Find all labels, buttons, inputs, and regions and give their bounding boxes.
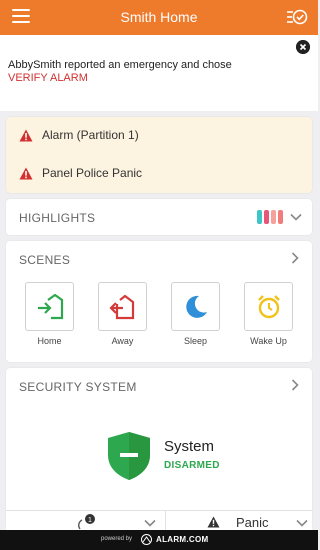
scene-label: Sleep xyxy=(183,336,208,346)
alarm-logo-icon xyxy=(141,534,152,545)
scene-away-button[interactable] xyxy=(98,282,147,331)
system-name: System xyxy=(164,438,215,455)
badge-count: 1 xyxy=(88,517,92,524)
chevron-right-icon[interactable] xyxy=(289,252,301,264)
scene-wake-up[interactable]: Wake Up xyxy=(244,282,293,346)
warning-icon xyxy=(19,167,33,179)
scene-home[interactable]: Home xyxy=(25,282,74,346)
brand-logo-text: ALARM.COM xyxy=(156,535,209,544)
security-label: SECURITY SYSTEM xyxy=(19,380,137,394)
home-enter-icon xyxy=(37,293,63,319)
panic-button[interactable]: Panic xyxy=(236,515,269,530)
alarm-warnings-card: Alarm (Partition 1) Panel Police Panic xyxy=(6,117,312,193)
chevron-down-icon[interactable] xyxy=(144,517,156,529)
scene-wake-up-button[interactable] xyxy=(244,282,293,331)
warning-label: Panel Police Panic xyxy=(42,166,143,180)
warning-icon xyxy=(19,129,33,141)
highlights-bars-icon xyxy=(257,210,283,224)
action-bar: 1 Panic xyxy=(6,510,312,533)
highlight-bar xyxy=(278,210,283,224)
warning-label: Alarm (Partition 1) xyxy=(42,128,139,142)
chevron-down-icon[interactable] xyxy=(290,211,302,223)
scene-sleep[interactable]: Sleep xyxy=(171,282,220,346)
powered-by-text: powered by xyxy=(101,536,133,542)
page-title: Smith Home xyxy=(120,9,198,25)
security-system-card: SECURITY SYSTEM System DISARMED xyxy=(6,368,312,530)
alarm-clock-icon xyxy=(257,294,280,318)
alert-message: AbbySmith reported an emergency and chos… xyxy=(8,59,232,85)
highlights-card[interactable]: HIGHLIGHTS xyxy=(6,199,312,235)
scene-label: Away xyxy=(111,336,134,346)
scene-label: Home xyxy=(37,336,62,346)
scene-away[interactable]: Away xyxy=(98,282,147,346)
highlight-bar xyxy=(271,210,276,224)
system-status: DISARMED xyxy=(164,460,220,471)
scene-home-button[interactable] xyxy=(25,282,74,331)
highlight-bar xyxy=(264,210,269,224)
alert-text: AbbySmith reported an emergency and chos… xyxy=(8,59,232,71)
moon-icon xyxy=(185,295,207,318)
home-exit-icon xyxy=(108,294,134,319)
chevron-down-icon[interactable] xyxy=(296,517,308,529)
tasks-check-icon[interactable] xyxy=(286,8,308,26)
scenes-card: SCENES Home Away Sleep Wake Up xyxy=(6,241,312,362)
scenes-label: SCENES xyxy=(19,253,71,267)
warning-item[interactable]: Panel Police Panic xyxy=(6,155,312,191)
verify-alarm-link[interactable]: VERIFY ALARM xyxy=(8,72,232,85)
footer: powered by ALARM.COM xyxy=(0,530,318,550)
highlight-bar xyxy=(257,210,262,224)
scene-label: Wake Up xyxy=(250,336,287,346)
warning-icon xyxy=(207,516,220,528)
close-icon[interactable] xyxy=(296,40,310,54)
warning-item[interactable]: Alarm (Partition 1) xyxy=(6,117,312,153)
app-header: Smith Home xyxy=(0,0,318,35)
scene-sleep-button[interactable] xyxy=(171,282,220,331)
emergency-alert: AbbySmith reported an emergency and chos… xyxy=(0,35,318,111)
chevron-right-icon[interactable] xyxy=(289,379,301,391)
shield-icon[interactable] xyxy=(107,431,151,481)
highlights-label: HIGHLIGHTS xyxy=(19,211,96,225)
